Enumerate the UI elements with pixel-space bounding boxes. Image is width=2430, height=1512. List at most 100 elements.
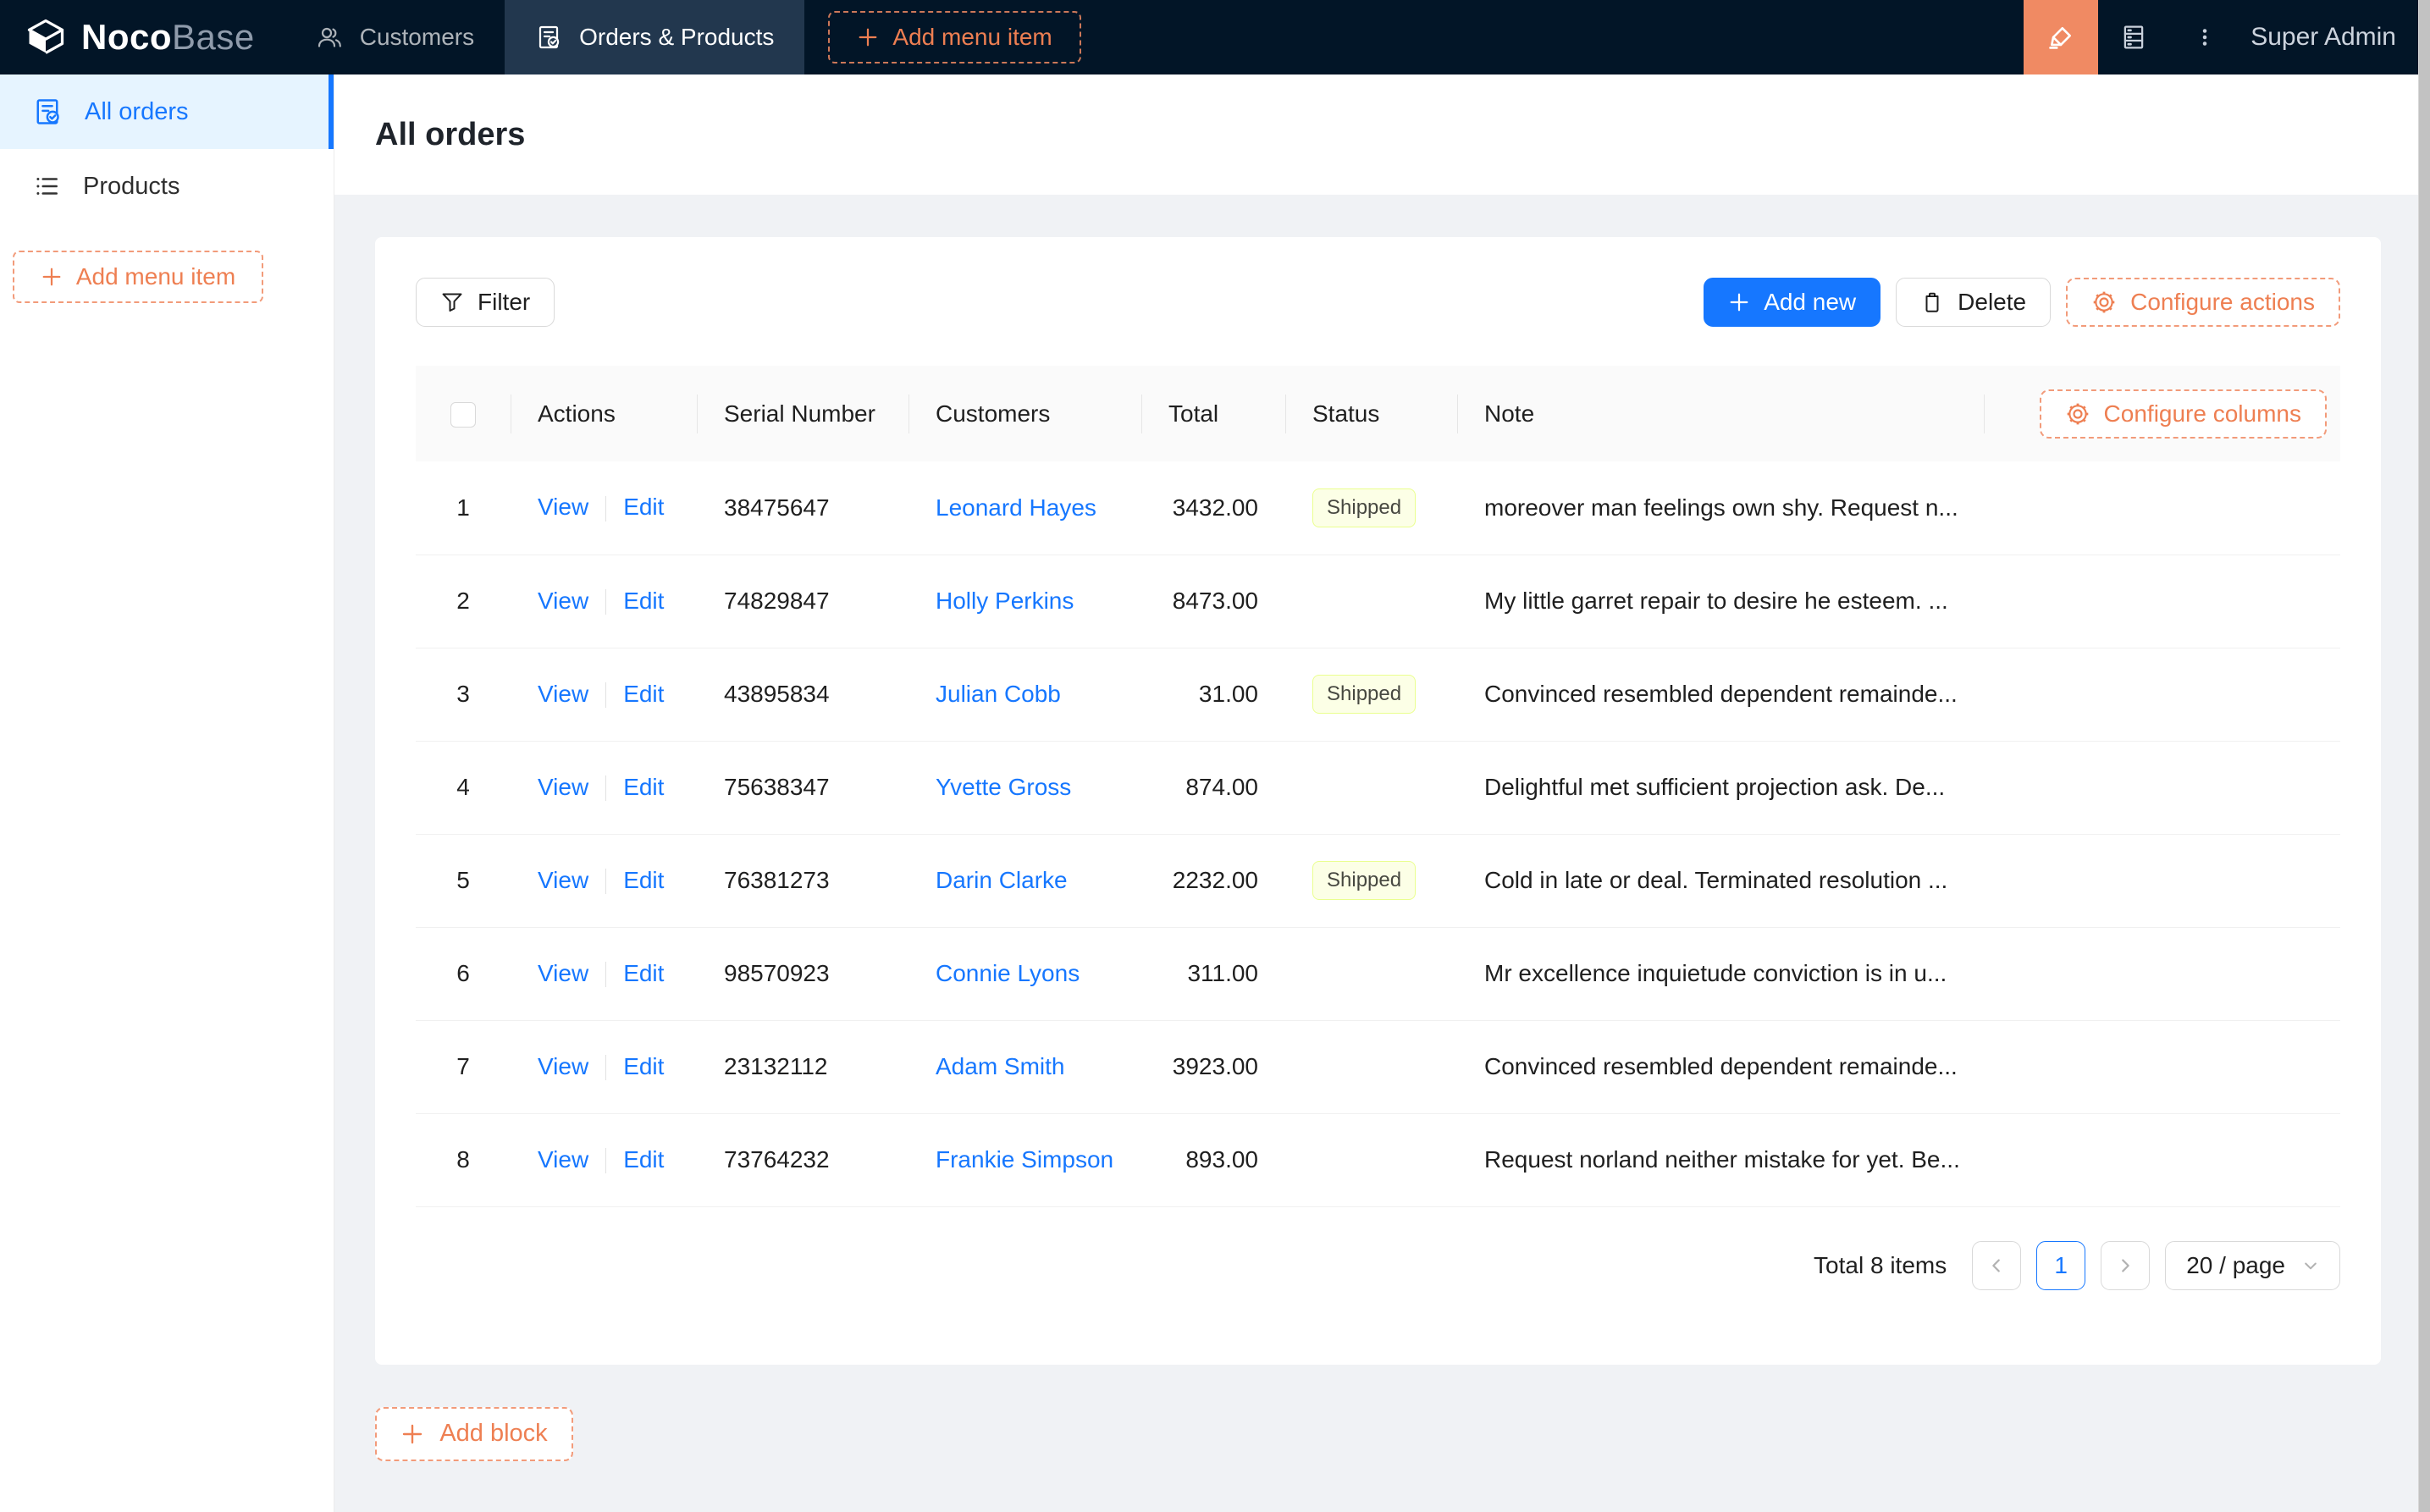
status-badge: Shipped: [1312, 675, 1416, 714]
view-link[interactable]: View: [538, 774, 588, 800]
row-spacer-cell: [1984, 1020, 2340, 1113]
total-cell: 3923.00: [1141, 1020, 1285, 1113]
view-link[interactable]: View: [538, 494, 588, 520]
previous-page-button[interactable]: [1972, 1241, 2021, 1290]
list-icon: [32, 172, 61, 201]
row-spacer-cell: [1984, 648, 2340, 741]
table-row: 7 ViewEdit 23132112 Adam Smith 3923.00 C…: [416, 1020, 2340, 1113]
view-link[interactable]: View: [538, 867, 588, 893]
serial-number-cell: 73764232: [697, 1113, 908, 1206]
customer-link[interactable]: Darin Clarke: [936, 867, 1068, 893]
row-spacer-cell: [1984, 1113, 2340, 1206]
page-title: All orders: [375, 117, 525, 153]
row-number: 7: [416, 1020, 511, 1113]
sidebar-add-menu-item-button[interactable]: Add menu item: [13, 251, 263, 303]
chevron-down-icon: [2302, 1257, 2319, 1274]
filter-icon: [440, 290, 464, 314]
navbar-spacer: [1081, 0, 2024, 74]
view-link[interactable]: View: [538, 960, 588, 986]
configure-actions-button[interactable]: Configure actions: [2066, 278, 2340, 327]
top-menu-item-label: Orders & Products: [579, 24, 774, 51]
edit-link[interactable]: Edit: [623, 494, 664, 520]
status-cell: [1285, 555, 1457, 648]
action-divider: [605, 589, 606, 615]
team-icon: [316, 24, 343, 51]
delete-button[interactable]: Delete: [1896, 278, 2051, 327]
edit-link[interactable]: Edit: [623, 681, 664, 707]
customer-link[interactable]: Leonard Hayes: [936, 494, 1096, 521]
ui-editor-button[interactable]: [2024, 0, 2098, 74]
sidebar-item-all-orders[interactable]: All orders: [0, 74, 334, 149]
ellipsis-vertical-icon: [2192, 25, 2217, 50]
nocobase-logo-icon: [24, 15, 68, 59]
customer-link[interactable]: Frankie Simpson: [936, 1146, 1113, 1173]
orders-doc-check-icon: [32, 97, 63, 127]
pagination-total: Total 8 items: [1814, 1252, 1947, 1279]
sidebar-item-label: All orders: [85, 98, 189, 126]
filter-button-label: Filter: [478, 289, 530, 316]
table-header-row: Actions Serial Number Customers Total St…: [416, 366, 2340, 461]
page-scrollbar[interactable]: [2418, 0, 2430, 1512]
edit-link[interactable]: Edit: [623, 1146, 664, 1173]
row-actions: View Edit: [511, 1113, 697, 1206]
status-cell: Shipped: [1285, 461, 1457, 555]
filter-button[interactable]: Filter: [416, 278, 555, 327]
customer-link[interactable]: Julian Cobb: [936, 681, 1061, 707]
plus-icon: [41, 266, 63, 288]
edit-link[interactable]: Edit: [623, 867, 664, 893]
add-new-button[interactable]: Add new: [1704, 278, 1880, 327]
edit-link[interactable]: Edit: [623, 1053, 664, 1079]
nav-add-menu-item-label: Add menu item: [892, 24, 1052, 51]
status-badge: Shipped: [1312, 861, 1416, 900]
nocobase-logo[interactable]: NocoBase: [0, 0, 285, 74]
edit-link[interactable]: Edit: [623, 774, 664, 800]
select-all-checkbox[interactable]: [450, 402, 476, 428]
next-page-button[interactable]: [2101, 1241, 2150, 1290]
view-link[interactable]: View: [538, 1146, 588, 1173]
customer-cell: Leonard Hayes: [908, 461, 1141, 555]
customer-cell: Yvette Gross: [908, 741, 1141, 834]
plus-icon: [1728, 291, 1750, 313]
customer-cell: Connie Lyons: [908, 927, 1141, 1020]
edit-link[interactable]: Edit: [623, 588, 664, 614]
table-row: 8 ViewEdit 73764232 Frankie Simpson 893.…: [416, 1113, 2340, 1206]
row-actions: View Edit: [511, 927, 697, 1020]
customer-cell: Julian Cobb: [908, 648, 1141, 741]
customer-link[interactable]: Yvette Gross: [936, 774, 1071, 800]
sidebar-item-products[interactable]: Products: [0, 149, 334, 223]
nav-add-menu-item-button[interactable]: Add menu item: [828, 11, 1080, 63]
view-link[interactable]: View: [538, 588, 588, 614]
top-menu-item-customers[interactable]: Customers: [285, 0, 505, 74]
add-block-button[interactable]: Add block: [375, 1407, 573, 1461]
view-link[interactable]: View: [538, 681, 588, 707]
view-link[interactable]: View: [538, 1053, 588, 1079]
table-row: 3 ViewEdit 43895834 Julian Cobb 31.00 Sh…: [416, 648, 2340, 741]
row-number: 5: [416, 834, 511, 927]
orders-table-body: 1 ViewEdit 38475647 Leonard Hayes 3432.0…: [416, 461, 2340, 1206]
total-cell: 2232.00: [1141, 834, 1285, 927]
customer-cell: Holly Perkins: [908, 555, 1141, 648]
customer-cell: Adam Smith: [908, 1020, 1141, 1113]
column-header-total: Total: [1141, 366, 1285, 461]
edit-link[interactable]: Edit: [623, 960, 664, 986]
serial-number-cell: 38475647: [697, 461, 908, 555]
serial-number-cell: 74829847: [697, 555, 908, 648]
note-cell: Request norland neither mistake for yet.…: [1457, 1113, 1984, 1206]
note-cell: moreover man feelings own shy. Request n…: [1457, 461, 1984, 555]
more-options-button[interactable]: [2169, 0, 2240, 74]
table-row: 4 ViewEdit 75638347 Yvette Gross 874.00 …: [416, 741, 2340, 834]
action-divider: [605, 682, 606, 708]
sidebar-item-label: Products: [83, 173, 179, 201]
customer-link[interactable]: Adam Smith: [936, 1053, 1065, 1079]
customer-link[interactable]: Connie Lyons: [936, 960, 1080, 986]
top-menu-item-orders-products[interactable]: Orders & Products: [505, 0, 804, 74]
customer-link[interactable]: Holly Perkins: [936, 588, 1074, 614]
plugin-manager-button[interactable]: [2098, 0, 2169, 74]
row-spacer-cell: [1984, 555, 2340, 648]
serial-number-cell: 23132112: [697, 1020, 908, 1113]
page-size-select[interactable]: 20 / page: [2165, 1241, 2340, 1290]
total-cell: 31.00: [1141, 648, 1285, 741]
configure-columns-button[interactable]: Configure columns: [2040, 389, 2327, 439]
user-menu[interactable]: Super Admin: [2240, 0, 2430, 74]
page-number-button[interactable]: 1: [2036, 1241, 2085, 1290]
